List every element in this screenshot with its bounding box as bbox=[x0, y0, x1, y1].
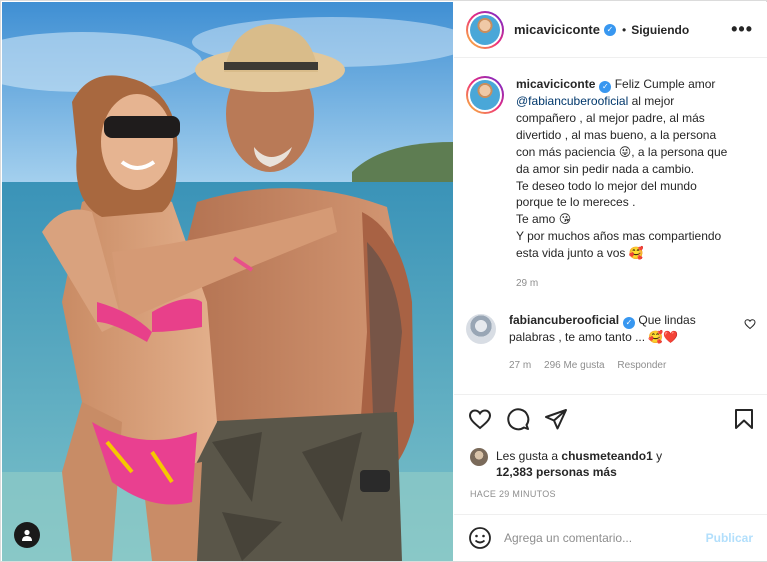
post-photo[interactable] bbox=[2, 2, 453, 561]
following-button[interactable]: Siguiendo bbox=[631, 23, 689, 37]
smiley-icon[interactable] bbox=[468, 526, 492, 550]
winking-tongue-emoji: 😜 bbox=[618, 144, 632, 159]
likes-count-link[interactable]: 12,383 personas más bbox=[496, 465, 617, 479]
likes-suffix: y bbox=[652, 449, 663, 463]
comment-meta: 27 m 296 Me gusta Responder bbox=[509, 358, 737, 374]
author-avatar[interactable] bbox=[466, 10, 504, 49]
commenter-verified-icon: ✓ bbox=[623, 317, 636, 329]
tagged-users-button[interactable] bbox=[14, 522, 40, 548]
smiling-hearts-emoji: 🥰 bbox=[628, 246, 644, 261]
caption-body: micaviciconte ✓ Feliz Cumple amor @fabian… bbox=[516, 76, 727, 293]
caption-username[interactable]: micaviciconte bbox=[516, 77, 595, 91]
comment-like-heart-icon[interactable] bbox=[744, 318, 756, 330]
separator-dot: • bbox=[622, 22, 627, 37]
paper-plane-icon[interactable] bbox=[544, 407, 568, 431]
comment-body: fabiancuberooficial ✓ Que lindas palabras… bbox=[509, 312, 737, 374]
caption-text: con más paciencia bbox=[516, 144, 619, 159]
caption-text: da amor sin pedir nada a cambio. bbox=[516, 161, 695, 176]
caption-mention-link[interactable]: @fabiancuberooficial bbox=[516, 94, 628, 108]
red-heart-emoji: ❤️ bbox=[663, 330, 679, 344]
caption-time: 29 m bbox=[516, 278, 539, 290]
comment-icon[interactable] bbox=[506, 407, 530, 431]
caption-text: porque te lo mereces . bbox=[516, 195, 636, 210]
caption-text: Te deseo todo lo mejor del mundo bbox=[516, 178, 697, 193]
caption-text: , a la persona que bbox=[631, 144, 728, 159]
caption-text: Y por muchos años mas compartiendo bbox=[516, 229, 722, 244]
reply-button[interactable]: Responder bbox=[617, 360, 666, 371]
bookmark-icon[interactable] bbox=[732, 407, 756, 431]
comment-likes-link[interactable]: 296 Me gusta bbox=[544, 360, 605, 371]
add-comment-bar: Publicar bbox=[454, 514, 767, 561]
likes-summary: Les gusta a chusmeteando1 y 12,383 perso… bbox=[470, 448, 662, 480]
comment-item: fabiancuberooficial ✓ Que lindas palabras… bbox=[466, 312, 756, 374]
caption-text: Feliz Cumple amor bbox=[611, 77, 716, 91]
commenter-username[interactable]: fabiancuberooficial bbox=[509, 313, 619, 327]
post-timestamp[interactable]: HACE 29 MINUTOS bbox=[470, 489, 556, 499]
author-username[interactable]: micaviciconte bbox=[514, 22, 600, 37]
comment-input[interactable] bbox=[504, 531, 699, 545]
caption-verified-icon: ✓ bbox=[599, 81, 612, 93]
liker-username[interactable]: chusmeteando1 bbox=[561, 449, 652, 463]
publish-button[interactable]: Publicar bbox=[706, 531, 753, 545]
caption-text: al mejor bbox=[628, 94, 675, 108]
caption-text: divertido , al mas bueno, a la persona bbox=[516, 127, 717, 142]
post-header: micaviciconte ✓ • Siguiendo ••• bbox=[454, 2, 767, 58]
post-modal: micaviciconte ✓ • Siguiendo ••• micavici… bbox=[0, 0, 767, 562]
caption-text: compañero , al mejor padre, al más bbox=[516, 110, 705, 125]
caption: micaviciconte ✓ Feliz Cumple amor @fabian… bbox=[466, 76, 753, 293]
comments-section: micaviciconte ✓ Feliz Cumple amor @fabian… bbox=[454, 59, 767, 394]
commenter-avatar[interactable] bbox=[466, 314, 496, 344]
user-tag-icon bbox=[22, 529, 32, 541]
caption-avatar[interactable] bbox=[466, 76, 504, 114]
post-sidebar: micaviciconte ✓ • Siguiendo ••• micavici… bbox=[454, 2, 767, 561]
liker-avatar[interactable] bbox=[470, 448, 488, 466]
kiss-emoji: 😘 bbox=[558, 212, 572, 227]
action-bar bbox=[468, 407, 756, 433]
likes-prefix: Les gusta a bbox=[496, 449, 562, 463]
post-actions: Les gusta a chusmeteando1 y 12,383 perso… bbox=[454, 394, 767, 534]
caption-text: Te amo bbox=[516, 212, 559, 227]
heart-icon[interactable] bbox=[468, 407, 492, 431]
smiling-hearts-emoji: 🥰 bbox=[648, 330, 664, 344]
more-options-icon[interactable]: ••• bbox=[731, 20, 753, 38]
comment-time: 27 m bbox=[509, 360, 532, 371]
verified-badge-icon: ✓ bbox=[604, 23, 616, 36]
beach-couple-photo bbox=[2, 2, 453, 561]
caption-text: esta vida junto a vos bbox=[516, 246, 629, 261]
